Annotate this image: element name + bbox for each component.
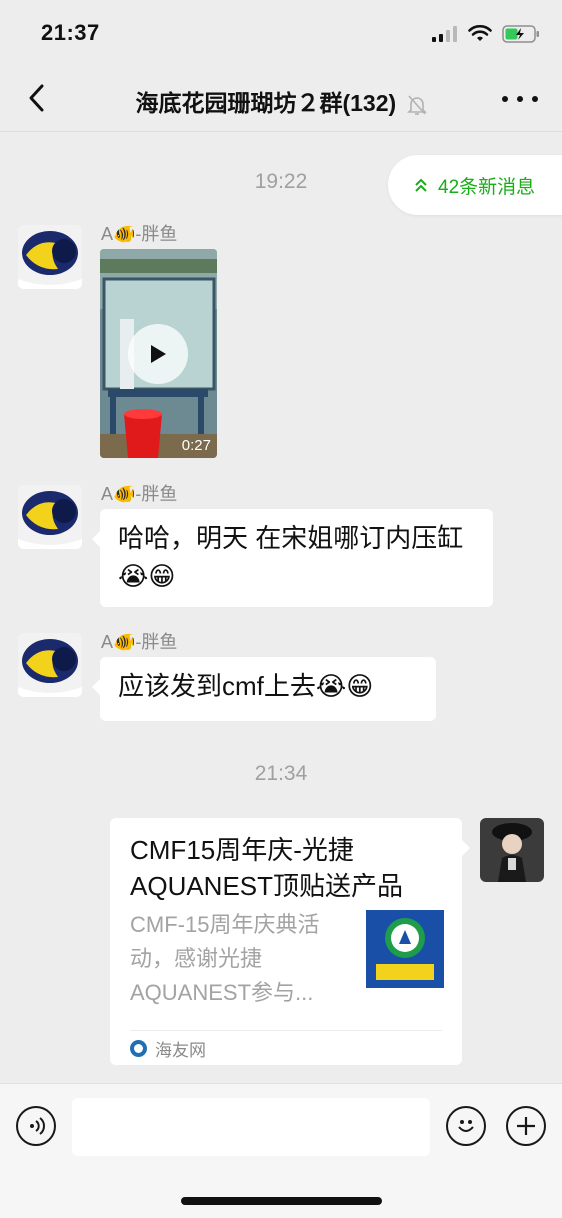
fish-avatar-image [18,633,82,697]
status-time: 21:37 [41,20,100,45]
card-description: CMF-15周年庆典活动，感谢光捷AQUANEST参与... [130,912,320,1005]
wifi-icon [468,25,492,41]
battery-icon [502,25,539,43]
text-message[interactable]: 应该发到cmf上去😭😁 [92,657,436,721]
chat-title: 海底花园珊瑚坊２群(132) [0,84,562,118]
sender-name: A🐠-胖鱼 [101,484,178,504]
time-separator: 19:22 [254,170,308,193]
fish-avatar-image [18,485,82,549]
avatar[interactable] [18,485,82,549]
signal-icon [432,26,457,42]
sender-name: A🐠-胖鱼 [101,632,178,652]
divider [130,1030,442,1031]
video-message[interactable]: 0:27 [100,249,217,458]
voice-icon [30,1117,45,1135]
card-source: 海友网 [130,1036,206,1061]
mute-icon [406,95,427,115]
emoji-button[interactable] [446,1106,486,1146]
status-icons [432,24,540,44]
avatar[interactable] [18,225,82,289]
more-icon [502,96,508,102]
home-indicator[interactable] [181,1197,382,1205]
card-title: CMF15周年庆-光捷AQUANEST顶贴送产品 [130,835,404,901]
more-button[interactable] [502,86,538,112]
card-source-label: 海友网 [155,1041,206,1060]
fish-avatar-image [18,225,82,289]
plus-icon [517,1117,535,1135]
nav-bar: 海底花园珊瑚坊２群(132) [0,66,562,132]
my-avatar[interactable] [480,818,544,882]
link-card-message[interactable]: CMF15周年庆-光捷AQUANEST顶贴送产品 CMF-15周年庆典活动，感谢… [110,818,470,1065]
time-separator: 21:34 [254,762,308,785]
emoji-icon [458,1120,474,1132]
video-duration: 0:27 [181,437,211,454]
plus-button[interactable] [506,1106,546,1146]
source-logo-icon [130,1040,147,1057]
play-button[interactable] [128,324,188,384]
status-bar: 21:37 [0,0,562,66]
card-thumbnail-image [366,910,444,988]
sender-name: A🐠-胖鱼 [101,224,178,244]
message-input[interactable] [72,1098,430,1156]
chat-title-text: 海底花园珊瑚坊２群(132) [135,90,397,116]
avatar[interactable] [18,633,82,697]
voice-button[interactable] [16,1106,56,1146]
text-message[interactable]: 哈哈，明天 在宋姐哪订内压缸😭😁 [92,509,493,607]
play-icon [151,345,166,363]
person-avatar-image [480,818,544,882]
